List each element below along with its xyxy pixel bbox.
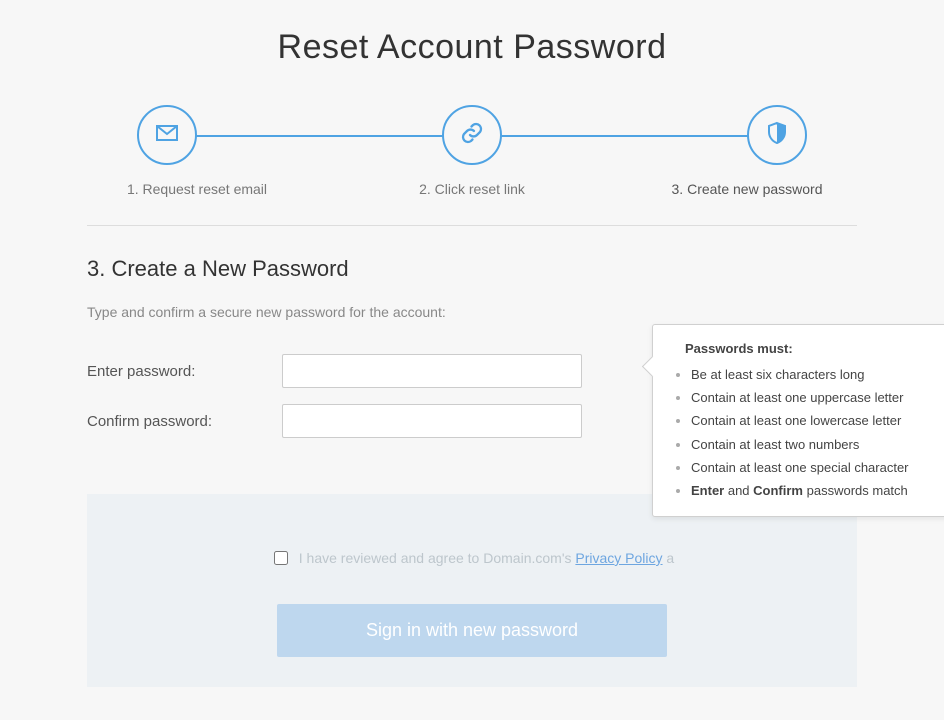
rule-lowercase: Contain at least one lowercase letter	[691, 411, 944, 431]
enter-password-input[interactable]	[282, 354, 582, 388]
agreement-checkbox[interactable]	[274, 551, 288, 565]
sign-in-button[interactable]: Sign in with new password	[277, 604, 667, 657]
rule-numbers: Contain at least two numbers	[691, 435, 944, 455]
step-3-circle	[747, 105, 807, 165]
enter-password-row: Enter password: Passwords must: Be at le…	[87, 354, 857, 388]
confirm-password-input[interactable]	[282, 404, 582, 438]
page-title: Reset Account Password	[87, 28, 857, 67]
step-1-circle	[137, 105, 197, 165]
privacy-policy-link[interactable]: Privacy Policy	[575, 550, 662, 566]
rule-length: Be at least six characters long	[691, 365, 944, 385]
section-subtext: Type and confirm a secure new password f…	[87, 304, 857, 320]
envelope-icon	[155, 121, 179, 150]
tooltip-title: Passwords must:	[685, 339, 944, 359]
progress-stepper	[87, 103, 857, 167]
submit-card: I have reviewed and agree to Domain.com'…	[87, 494, 857, 687]
confirm-password-label: Confirm password:	[87, 413, 282, 430]
step-1-label: 1. Request reset email	[97, 181, 297, 197]
page-container: Reset Account Password 1. Request reset …	[87, 0, 857, 687]
link-icon	[460, 121, 484, 150]
agreement-tail: a	[666, 550, 674, 566]
agreement-row: I have reviewed and agree to Domain.com'…	[143, 548, 801, 568]
step-3-label: 3. Create new password	[647, 181, 847, 197]
rule-uppercase: Contain at least one uppercase letter	[691, 388, 944, 408]
rule-special: Contain at least one special character	[691, 458, 944, 478]
step-2-circle	[442, 105, 502, 165]
step-2-label: 2. Click reset link	[372, 181, 572, 197]
password-rules-tooltip: Passwords must: Be at least six characte…	[652, 324, 944, 517]
enter-password-label: Enter password:	[87, 363, 282, 380]
divider	[87, 225, 857, 226]
agreement-text: I have reviewed and agree to Domain.com'…	[299, 550, 576, 566]
shield-icon	[765, 121, 789, 150]
section-heading: 3. Create a New Password	[87, 256, 857, 282]
rule-match: Enter and Confirm passwords match	[691, 481, 944, 501]
stepper-labels-row: 1. Request reset email 2. Click reset li…	[87, 167, 857, 197]
